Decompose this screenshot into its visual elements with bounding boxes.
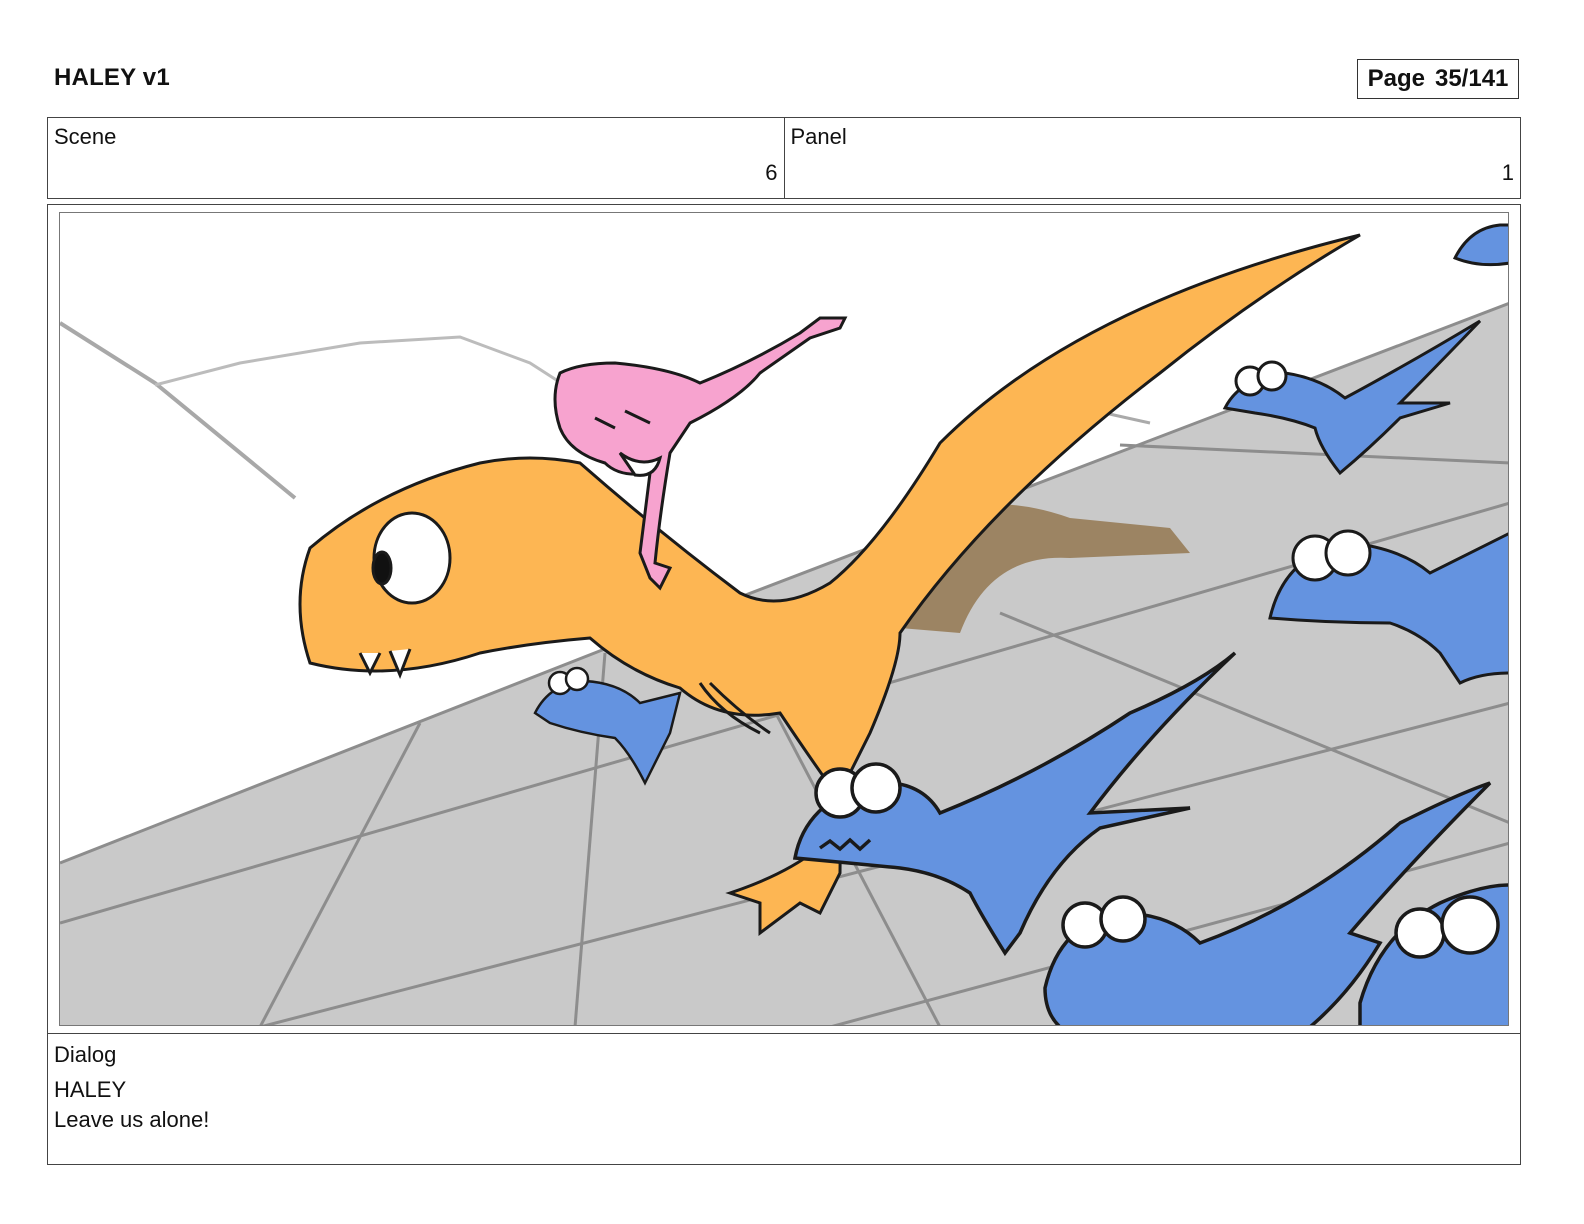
dialog-section: Dialog HALEY Leave us alone! bbox=[47, 1033, 1521, 1165]
document-title: HALEY v1 bbox=[54, 64, 170, 91]
storyboard-sketch bbox=[60, 223, 1508, 1025]
panel-cell: Panel 1 bbox=[783, 118, 1521, 198]
scene-cell: Scene 6 bbox=[48, 118, 784, 198]
scene-label: Scene bbox=[54, 124, 117, 149]
scene-panel-row: Scene 6 Panel 1 bbox=[47, 117, 1521, 199]
mountain-line bbox=[60, 321, 297, 500]
raptor-top-corner bbox=[1452, 223, 1508, 267]
page-label: Page bbox=[1367, 65, 1425, 92]
dialog-line: Leave us alone! bbox=[54, 1107, 210, 1132]
page-indicator: Page 35/141 bbox=[1357, 59, 1519, 99]
page-number: 35/141 bbox=[1434, 65, 1509, 92]
dialog-label: Dialog bbox=[54, 1042, 117, 1067]
storyboard-panel-image bbox=[59, 212, 1509, 1026]
panel-label: Panel bbox=[790, 124, 847, 149]
panel-number: 1 bbox=[1501, 160, 1514, 185]
scene-number: 6 bbox=[765, 160, 778, 185]
dialog-speaker: HALEY bbox=[54, 1077, 127, 1102]
